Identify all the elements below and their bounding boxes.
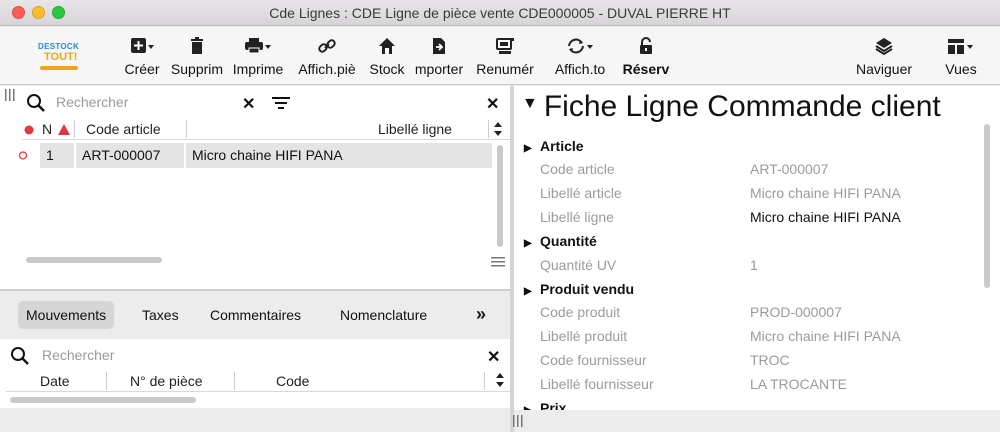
- column-code[interactable]: Code: [276, 373, 309, 389]
- value-quantite-uv: 1: [750, 257, 758, 273]
- creer-button[interactable]: Créer: [122, 33, 162, 81]
- fiche-title: ▼ Fiche Ligne Commande client: [522, 90, 941, 124]
- imprime-button[interactable]: Imprime: [228, 33, 288, 81]
- supprim-button[interactable]: Supprim: [166, 33, 228, 81]
- list-table-header: N Code article Libellé ligne: [22, 118, 511, 140]
- right-footer: [514, 410, 1000, 432]
- title-bar: Cde Lignes : CDE Ligne de pièce vente CD…: [0, 0, 1000, 26]
- disclosure-triangle-icon: ▶: [524, 286, 532, 297]
- tab-taxes[interactable]: Taxes: [134, 301, 187, 329]
- more-tabs-icon[interactable]: »: [476, 304, 486, 325]
- table-row[interactable]: 1 ART-000007 Micro chaine HIFI PANA: [18, 143, 492, 168]
- layers-icon: [850, 33, 918, 57]
- value-libelle-fournisseur: LA TROCANTE: [750, 376, 847, 392]
- clear-search-icon[interactable]: ✕: [242, 94, 255, 114]
- link-icon: [292, 33, 362, 57]
- view-layout-icon: [938, 33, 984, 57]
- movements-table-header: Date N° de pièce Code: [6, 370, 511, 392]
- label-quantite-uv: Quantité UV: [540, 257, 617, 273]
- affich-to-button[interactable]: Affich.to: [548, 33, 612, 81]
- clear-movements-search-icon[interactable]: ✕: [487, 347, 500, 367]
- movements-horizontal-scrollbar[interactable]: [10, 397, 196, 403]
- stock-button[interactable]: Stock: [366, 33, 408, 81]
- resize-grip-icon[interactable]: [4, 88, 16, 102]
- import-icon: [408, 33, 470, 57]
- fiche-title-text: Fiche Ligne Commande client: [543, 90, 941, 123]
- reserv-button[interactable]: Réserv: [618, 33, 674, 81]
- tab-mouvements[interactable]: Mouvements: [18, 301, 115, 329]
- column-chooser-icon[interactable]: [493, 121, 503, 138]
- row-n: 1: [40, 143, 74, 168]
- naviguer-button[interactable]: Naviguer: [850, 33, 918, 81]
- tab-nomenclature[interactable]: Nomenclature: [332, 301, 435, 329]
- destock-tout-logo: DESTOCK TOUT!: [36, 40, 82, 74]
- sort-asc-icon[interactable]: [58, 122, 70, 138]
- column-date[interactable]: Date: [40, 373, 70, 389]
- logo-line-1: DESTOCK: [38, 42, 80, 51]
- add-icon: [122, 33, 162, 57]
- status-dot-icon: [24, 122, 34, 138]
- search-icon: [10, 346, 30, 366]
- importer-button[interactable]: mporter: [408, 33, 470, 81]
- home-icon: [366, 33, 408, 57]
- renumer-button[interactable]: Renumér: [472, 33, 538, 81]
- value-code-article: ART-000007: [750, 161, 829, 177]
- label-code-produit: Code produit: [540, 304, 621, 320]
- renumber-icon: [472, 33, 538, 57]
- column-num-piece[interactable]: N° de pièce: [130, 373, 203, 389]
- label-code-fournisseur: Code fournisseur: [540, 352, 647, 368]
- menu-lines-icon[interactable]: [491, 254, 505, 267]
- label-libelle-fournisseur: Libellé fournisseur: [540, 376, 654, 392]
- disclosure-triangle-icon: ▶: [524, 238, 532, 249]
- list-search-input[interactable]: [56, 92, 236, 112]
- trash-icon: [166, 33, 228, 57]
- label-libelle-produit: Libellé produit: [540, 328, 628, 344]
- section-article[interactable]: ▶ Article: [524, 138, 584, 154]
- movements-search-input[interactable]: [42, 345, 462, 365]
- value-code-fournisseur: TROC: [750, 352, 790, 368]
- section-produit-vendu[interactable]: ▶ Produit vendu: [524, 281, 634, 297]
- filter-icon[interactable]: [272, 96, 290, 110]
- resize-grip-icon[interactable]: [512, 414, 524, 428]
- column-n[interactable]: N: [42, 121, 52, 137]
- row-status-icon: [18, 143, 36, 168]
- search-icon: [26, 93, 46, 113]
- column-chooser-icon[interactable]: [495, 372, 505, 391]
- value-libelle-ligne[interactable]: Micro chaine HIFI PANA: [750, 209, 901, 225]
- affich-pie-button[interactable]: Affich.piè: [292, 33, 362, 81]
- label-libelle-article: Libellé article: [540, 185, 622, 201]
- disclosure-triangle-icon: ▶: [524, 143, 532, 154]
- tab-commentaires[interactable]: Commentaires: [202, 301, 309, 329]
- value-libelle-article: Micro chaine HIFI PANA: [750, 185, 901, 201]
- close-list-icon[interactable]: ✕: [486, 94, 499, 114]
- row-code-article: ART-000007: [76, 143, 184, 168]
- toolbar: DESTOCK TOUT! Créer Supprim Imprime Affi…: [0, 27, 1000, 85]
- list-horizontal-scrollbar[interactable]: [26, 257, 162, 263]
- printer-icon: [228, 33, 288, 57]
- collapse-triangle-icon[interactable]: ▼: [522, 95, 538, 113]
- left-footer: [0, 408, 512, 432]
- column-libelle-ligne[interactable]: Libellé ligne: [378, 121, 452, 137]
- column-code-article[interactable]: Code article: [86, 121, 161, 137]
- label-libelle-ligne: Libellé ligne: [540, 209, 614, 225]
- detail-tabs: Mouvements Taxes Commentaires Nomenclatu…: [0, 291, 512, 339]
- refresh-icon: [548, 33, 612, 57]
- window-title: Cde Lignes : CDE Ligne de pièce vente CD…: [269, 5, 731, 21]
- row-libelle-ligne: Micro chaine HIFI PANA: [186, 143, 492, 168]
- detail-vertical-scrollbar[interactable]: [984, 124, 990, 288]
- section-quantite[interactable]: ▶ Quantité: [524, 233, 597, 249]
- value-code-produit: PROD-000007: [750, 304, 842, 320]
- lock-icon: [618, 33, 674, 57]
- list-vertical-scrollbar[interactable]: [497, 145, 503, 247]
- label-code-article: Code article: [540, 161, 615, 177]
- logo-line-2: TOUT!: [44, 51, 78, 63]
- vues-button[interactable]: Vues: [938, 33, 984, 81]
- value-libelle-produit: Micro chaine HIFI PANA: [750, 328, 901, 344]
